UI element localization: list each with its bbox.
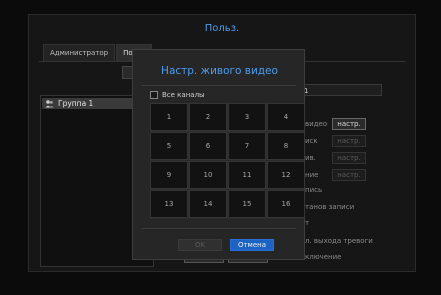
channel-cell[interactable]: 12 [267, 161, 305, 189]
channel-cell[interactable]: 1 [150, 103, 188, 131]
channel-cell[interactable]: 6 [189, 132, 227, 160]
channel-cell[interactable]: 15 [228, 190, 266, 218]
dialog-cancel-button[interactable]: Отмена [230, 239, 274, 251]
channel-cell[interactable]: 16 [267, 190, 305, 218]
channel-grid: 1 2 3 4 5 6 7 8 9 10 11 12 13 14 15 16 [150, 103, 305, 219]
user-group-icon [45, 99, 54, 108]
channel-cell[interactable]: 2 [189, 103, 227, 131]
permission-label-control: ние [305, 171, 319, 179]
channel-cell[interactable]: 4 [267, 103, 305, 131]
permission-label-record-stop: танов записи [305, 203, 355, 211]
channel-cell[interactable]: 10 [189, 161, 227, 189]
group-label: Группа 1 [58, 99, 94, 108]
dialog-divider-bottom [141, 228, 296, 229]
window-title: Польз. [204, 23, 240, 34]
channel-cell[interactable]: 7 [228, 132, 266, 160]
permission-label-alarm-out: л. выхода тревоги [305, 237, 373, 245]
permission-label-shutdown: ключение [305, 253, 342, 261]
permission-label-misc: т [305, 219, 310, 227]
tab-administrator[interactable]: Администратор [43, 44, 116, 62]
permission-label-record: пись [305, 186, 323, 194]
channel-cell[interactable]: 13 [150, 190, 188, 218]
dialog-divider-top [141, 85, 296, 86]
archive-setup-button[interactable]: настр. [332, 152, 366, 164]
all-channels-checkbox[interactable] [150, 91, 158, 99]
screen: Польз. Администратор Польз Группа 1 [0, 0, 441, 295]
permission-label-search: иск [305, 137, 318, 145]
permission-label-video: видео [305, 120, 328, 128]
search-setup-button[interactable]: настр. [332, 135, 366, 147]
channel-cell[interactable]: 8 [267, 132, 305, 160]
channel-cell[interactable]: 14 [189, 190, 227, 218]
dialog-ok-button[interactable]: OK [178, 239, 222, 251]
live-view-settings-dialog: Настр. живого видео Все каналы 1 2 3 4 5… [132, 49, 305, 260]
dialog-title: Настр. живого видео [161, 65, 278, 77]
control-setup-button[interactable]: настр. [332, 169, 366, 181]
live-setup-button[interactable]: настр. [332, 118, 366, 130]
channel-cell[interactable]: 3 [228, 103, 266, 131]
channel-cell[interactable]: 9 [150, 161, 188, 189]
channel-cell[interactable]: 11 [228, 161, 266, 189]
permission-label-archive: ив. [305, 154, 316, 162]
all-channels-option[interactable]: Все каналы [150, 91, 205, 99]
all-channels-label: Все каналы [162, 91, 205, 99]
channel-cell[interactable]: 5 [150, 132, 188, 160]
